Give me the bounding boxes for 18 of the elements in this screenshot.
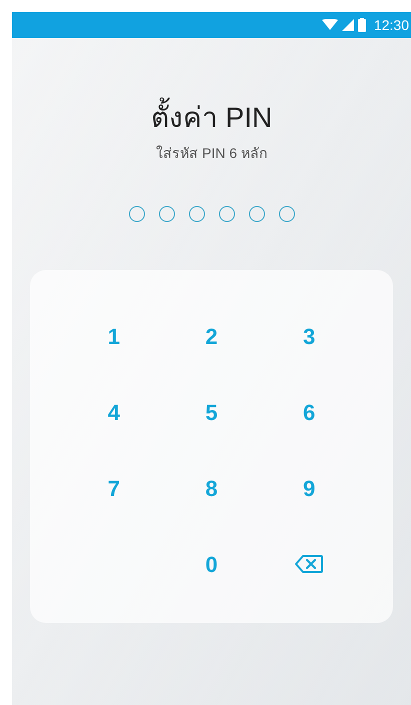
digit-key[interactable]: 9 (281, 460, 338, 516)
battery-icon (358, 18, 366, 32)
digit-key[interactable]: 5 (183, 384, 240, 440)
digit-key[interactable]: 3 (281, 308, 338, 364)
clock-time: 12:30 (374, 16, 409, 34)
pin-instruction: ใส่รหัส PIN 6 หลัก (156, 144, 267, 163)
digit-key[interactable]: 6 (281, 384, 338, 440)
backspace-button[interactable] (293, 552, 326, 576)
digit-key[interactable]: 2 (183, 308, 240, 364)
backspace-icon (294, 554, 324, 574)
digit-key[interactable]: 4 (86, 384, 142, 440)
digit-key[interactable]: 0 (183, 536, 240, 592)
digit-key[interactable]: 8 (183, 460, 240, 516)
page-title: ตั้งค่า PIN (150, 100, 272, 135)
digit-key[interactable]: 7 (86, 460, 142, 516)
digit-key[interactable]: 1 (86, 308, 142, 364)
wifi-icon (322, 19, 338, 31)
signal-icon (342, 19, 354, 31)
